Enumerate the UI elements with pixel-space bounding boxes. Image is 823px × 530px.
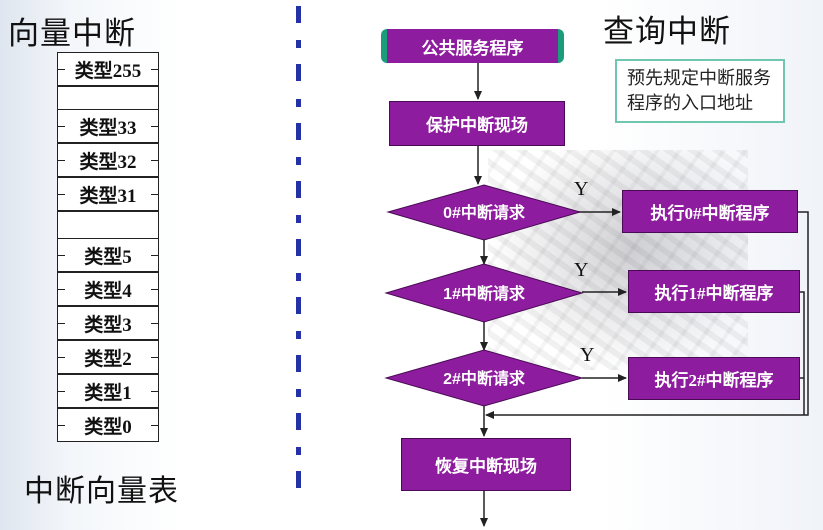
yes-label-1: Y [574, 259, 589, 281]
handler-1-box: 执行1#中断程序 [628, 270, 800, 313]
yes-label-2: Y [580, 344, 595, 366]
yes-label-0: Y [574, 178, 589, 200]
common-service-routine: 公共服务程序 [381, 29, 564, 63]
restore-context-box: 恢复中断现场 [401, 438, 571, 491]
save-context-box: 保护中断现场 [389, 101, 565, 146]
entry-address-note: 预先规定中断服务 程序的入口地址 [615, 59, 785, 123]
decision-1-label: 1#中断请求 [443, 284, 526, 303]
handler-0-box: 执行0#中断程序 [622, 190, 798, 233]
decision-0-label: 0#中断请求 [443, 203, 526, 222]
handler-2-box: 执行2#中断程序 [628, 357, 800, 400]
decision-2-label: 2#中断请求 [443, 369, 526, 388]
